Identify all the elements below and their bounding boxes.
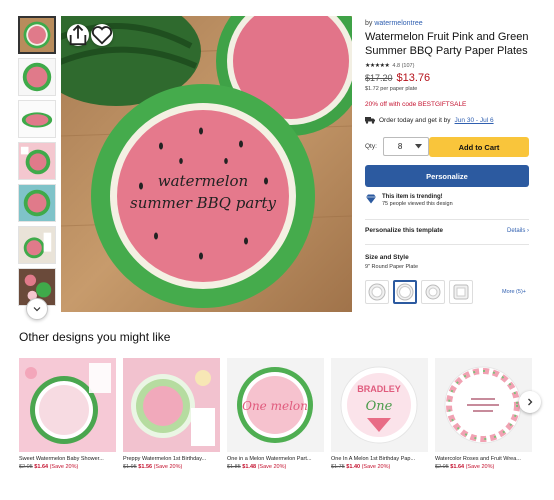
favorite-button[interactable] xyxy=(91,24,113,46)
size-style-value: 9" Round Paper Plate xyxy=(365,264,419,270)
design-card-price: $1.95 $1.56 (Save 20%) xyxy=(123,464,183,470)
trending-subtitle: 75 people viewed this design xyxy=(382,201,453,207)
design-card[interactable]: Preppy Watermelon 1st Birthday... $1.95 … xyxy=(123,358,220,470)
design-card[interactable]: Watercolor Roses and Fruit Wrea... $2.05… xyxy=(435,358,532,470)
carousel-next-button[interactable] xyxy=(519,391,541,413)
size-option-4[interactable] xyxy=(449,280,473,304)
product-info: by watermelontree Watermelon Fruit Pink … xyxy=(365,20,530,124)
size-option-2[interactable] xyxy=(393,280,417,304)
size-option-1[interactable] xyxy=(365,280,389,304)
chevron-down-icon xyxy=(33,307,41,312)
design-card-price: $1.75 $1.40 (Save 20%) xyxy=(331,464,391,470)
design-card-image[interactable]: BRADLEY One xyxy=(331,358,428,452)
design-card-image[interactable] xyxy=(19,358,116,452)
details-link[interactable]: Details › xyxy=(507,228,529,234)
more-sizes-link[interactable]: More (5)+ xyxy=(502,289,526,295)
product-title: Watermelon Fruit Pink and Green Summer B… xyxy=(365,31,529,57)
chevron-right-icon: › xyxy=(527,227,529,234)
qty-label: Qty: xyxy=(365,143,377,150)
thumbnail-4[interactable] xyxy=(18,142,56,180)
personalize-template-label: Personalize this template xyxy=(365,227,444,234)
thumbnail-6[interactable] xyxy=(18,226,56,264)
add-to-cart-button[interactable]: Add to Cart xyxy=(429,137,529,157)
main-image-text-1: watermelon xyxy=(158,172,248,190)
sale-price: $13.76 xyxy=(396,72,431,84)
size-option-3[interactable] xyxy=(421,280,445,304)
thumbnail-2[interactable] xyxy=(18,58,56,96)
diamond-icon xyxy=(366,194,376,204)
chevron-down-icon xyxy=(414,144,422,149)
design-card-price: $2.05 $1.64 (Save 20%) xyxy=(19,464,79,470)
design-card-title[interactable]: Sweet Watermelon Baby Shower... xyxy=(19,456,116,462)
brand-line: by watermelontree xyxy=(365,20,530,27)
quantity-row: Qty: 8 xyxy=(365,137,429,156)
price-row: $17.20 $13.76 xyxy=(365,72,530,84)
divider xyxy=(365,219,529,220)
shipping-date-link[interactable]: Jun 30 - Jul 6 xyxy=(455,117,494,124)
quantity-value: 8 xyxy=(397,142,403,151)
thumbnail-5[interactable] xyxy=(18,184,56,222)
design-card-title[interactable]: Watercolor Roses and Fruit Wrea... xyxy=(435,456,532,462)
other-designs-title: Other designs you might like xyxy=(19,330,171,344)
main-image-text-2: summer BBQ party xyxy=(130,194,276,212)
other-designs-carousel: Sweet Watermelon Baby Shower... $2.05 $1… xyxy=(19,358,532,470)
star-rating-icon: ★★★★★ xyxy=(365,63,390,69)
divider xyxy=(365,244,529,245)
chevron-right-icon xyxy=(528,398,533,406)
design-card[interactable]: BRADLEY One One In A Melon 1st Birthday P… xyxy=(331,358,428,470)
by-label: by xyxy=(365,20,373,27)
design-card-image[interactable]: One melon xyxy=(227,358,324,452)
share-button[interactable] xyxy=(67,24,89,46)
design-card-title[interactable]: One In A Melon 1st Birthday Pap... xyxy=(331,456,428,462)
personalize-template-row[interactable]: Personalize this template Details › xyxy=(365,227,529,234)
size-options xyxy=(365,280,473,304)
share-icon xyxy=(69,24,87,46)
trending-title: This item is trending! xyxy=(382,194,443,200)
design-card-title[interactable]: Preppy Watermelon 1st Birthday... xyxy=(123,456,220,462)
promo-text: 20% off with code BESTGIFTSALE xyxy=(365,101,467,108)
design-card-image-name: BRADLEY xyxy=(357,384,401,394)
rating[interactable]: ★★★★★ 4.8 (107) xyxy=(365,62,530,70)
truck-icon xyxy=(365,117,375,124)
design-card-image-text: One melon xyxy=(242,399,308,413)
design-card-price: $2.05 $1.64 (Save 20%) xyxy=(435,464,495,470)
old-price: $17.20 xyxy=(365,73,393,83)
design-card-title[interactable]: One in a Melon Watermelon Part... xyxy=(227,456,324,462)
heart-icon xyxy=(91,26,113,45)
thumbnail-strip xyxy=(18,16,58,310)
per-item-price: $1.72 per paper plate xyxy=(365,86,418,92)
brand-link[interactable]: watermelontree xyxy=(374,20,422,27)
design-card-price: $1.85 $1.48 (Save 20%) xyxy=(227,464,287,470)
thumbnail-3[interactable] xyxy=(18,100,56,138)
design-card-image-text: One xyxy=(366,399,393,414)
design-card-image[interactable] xyxy=(435,358,532,452)
main-product-image[interactable]: watermelon summer BBQ party xyxy=(61,16,352,312)
design-card[interactable]: One melon One in a Melon Watermelon Part… xyxy=(227,358,324,470)
quantity-select[interactable]: 8 xyxy=(382,137,429,156)
shipping-text: Order today and get it by xyxy=(379,116,451,124)
shipping-line: Order today and get it by Jun 30 - Jul 6 xyxy=(365,116,530,124)
trending-notice: This item is trending! 75 people viewed … xyxy=(365,194,453,207)
design-card[interactable]: Sweet Watermelon Baby Shower... $2.05 $1… xyxy=(19,358,116,470)
design-card-image[interactable] xyxy=(123,358,220,452)
size-style-title: Size and Style xyxy=(365,254,409,261)
thumbnail-scroll-down-button[interactable] xyxy=(26,298,48,320)
rating-score: 4.8 (107) xyxy=(392,62,415,69)
personalize-button[interactable]: Personalize xyxy=(365,165,529,187)
thumbnail-1[interactable] xyxy=(18,16,56,54)
